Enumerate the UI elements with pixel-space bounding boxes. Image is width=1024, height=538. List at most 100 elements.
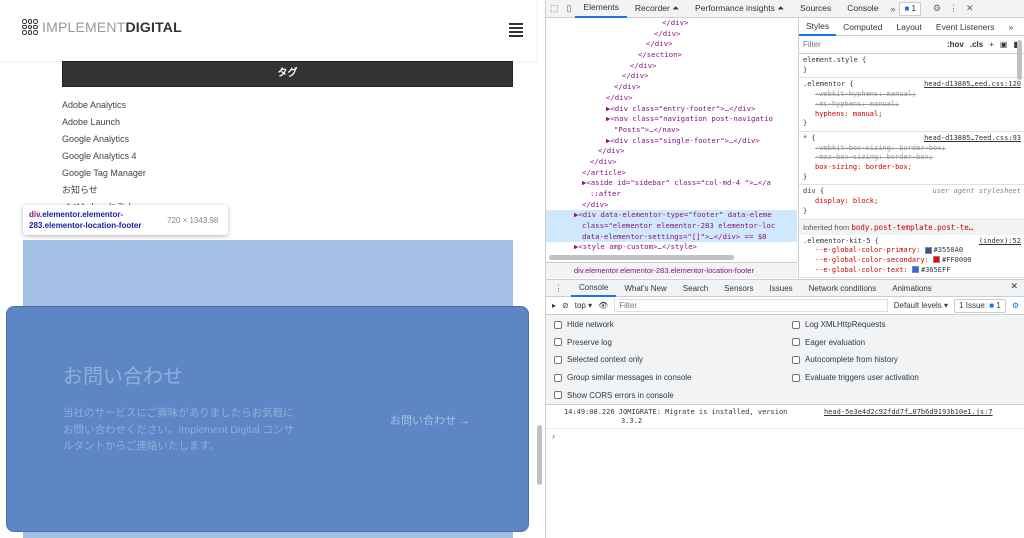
styles-scrollbar[interactable] [1017,40,1022,80]
more-options-icon[interactable]: ⋮ [945,3,962,14]
console-issues-button[interactable]: 1 Issue: ■ 1 [954,298,1006,313]
dom-node[interactable]: </section> [546,50,797,61]
dom-node[interactable]: </div> [546,18,797,29]
setting-checkbox[interactable]: Log XMLHttpRequests [792,320,886,329]
checkbox-icon[interactable] [792,320,800,329]
drawer-tab-search[interactable]: Search [675,281,716,296]
new-rule-icon[interactable]: + [989,40,994,49]
rule-source-link[interactable]: head-d13885…eed.css:120 [924,80,1021,90]
tag-link[interactable]: Adobe Analytics [62,98,146,115]
rule-source-link[interactable]: (index):52 [979,237,1021,247]
dom-node[interactable]: class="elementor elementor-283 elementor… [546,221,797,232]
checkbox-icon[interactable] [554,373,562,382]
hov-toggle[interactable]: :hov [947,40,964,49]
inherited-selector[interactable]: body.post-template.post-te… [851,223,973,232]
setting-checkbox[interactable]: Selected context only [554,355,643,364]
setting-checkbox[interactable]: Autocomplete from history [792,355,898,364]
menu-icon[interactable] [509,23,523,37]
dom-node[interactable]: </div> [546,157,797,168]
setting-checkbox[interactable]: Preserve log [554,338,612,347]
drawer-tab-what-s-new[interactable]: What's New [616,281,674,296]
dom-node[interactable]: </div> [546,39,797,50]
contact-link[interactable]: お問い合わせ → [390,412,470,428]
setting-checkbox[interactable]: Hide network [554,320,614,329]
sidebar-toggle-icon[interactable]: ▸ [552,301,556,310]
dom-node[interactable]: ▶<div class="entry-footer">…</div> [546,104,797,115]
css-variable[interactable]: --e-global-color-primary: #3550A0 [803,246,1021,256]
dom-node[interactable]: </div> [546,93,797,104]
dom-node[interactable]: </div> [546,82,797,93]
rule-source-link[interactable]: user agent stylesheet [932,187,1021,197]
checkbox-icon[interactable] [792,373,800,382]
dom-node[interactable]: </div> [546,71,797,82]
clear-console-icon[interactable]: ⊘ [562,301,569,310]
dom-node[interactable]: </div> [546,146,797,157]
style-property[interactable]: -webkit-hyphens: manual; [803,90,1021,100]
live-expression-icon[interactable]: 👁 [598,301,608,310]
dom-node[interactable]: ▶<nav class="navigation post-navigatio [546,114,797,125]
more-style-tabs-icon[interactable]: » [1002,19,1021,35]
checkbox-icon[interactable] [792,338,800,347]
rendering-icon[interactable]: ▣ [1000,40,1008,49]
drawer-tab-network-conditions[interactable]: Network conditions [801,281,885,296]
dom-node[interactable]: </div> [546,200,797,211]
style-property[interactable]: hyphens: manual; [803,110,1021,120]
cls-toggle[interactable]: .cls [970,40,983,49]
dom-node[interactable]: data-elementor-settings="[]">…</div> == … [546,231,797,243]
css-variable[interactable]: --e-global-color-text: #365EFF [803,266,1021,276]
dom-node[interactable]: ▶<style amp-custom>…</style> [546,242,797,253]
console-source-link[interactable]: head-5e3e4d2c92fdd7f…07b6d9193b10e1.js:7 [824,408,993,417]
style-property[interactable]: -webkit-box-sizing: border-box; [803,144,1021,154]
drawer-tab-animations[interactable]: Animations [884,281,940,296]
more-tabs-icon[interactable]: » [886,4,899,14]
close-devtools-icon[interactable]: ✕ [962,3,978,14]
console-filter-input[interactable]: Filter [614,299,888,312]
dom-node[interactable]: </article> [546,168,797,179]
dom-node[interactable]: </div> [546,61,797,72]
tab-elements[interactable]: Elements [575,0,627,18]
styles-filter-input[interactable]: Filter [803,40,941,49]
setting-checkbox[interactable]: Eager evaluation [792,338,865,347]
dom-node[interactable]: ▶<div data-elementor-type="footer" data-… [546,210,797,222]
checkbox-icon[interactable] [792,355,800,364]
color-swatch[interactable] [933,256,941,264]
setting-checkbox[interactable]: Show CORS errors in console [554,391,674,400]
device-toolbar-icon[interactable]: ▯ [563,3,576,14]
dom-node[interactable]: ▶<div class="single-footer">…</div> [546,136,797,147]
dom-horizontal-scrollbar[interactable] [549,255,734,260]
checkbox-icon[interactable] [554,355,562,364]
issues-badge[interactable]: ■ 1 [899,1,921,16]
tag-link[interactable]: Google Tag Manager [62,166,146,183]
color-swatch[interactable] [924,246,932,254]
dom-node[interactable]: ::after [546,189,797,200]
dom-node[interactable]: "Posts">…</nav> [546,125,797,136]
style-property[interactable]: -moz-box-sizing: border-box; [803,153,1021,163]
drawer-tab-issues[interactable]: Issues [762,281,801,296]
console-settings-icon[interactable]: ⚙ [1012,301,1019,310]
checkbox-icon[interactable] [554,320,562,329]
setting-checkbox[interactable]: Evaluate triggers user activation [792,373,919,382]
style-property[interactable]: display: block; [803,197,1021,207]
drawer-close-icon[interactable]: ✕ [1010,281,1018,292]
tab-console[interactable]: Console [839,0,886,17]
tab-styles[interactable]: Styles [799,18,837,36]
css-variable[interactable]: --e-global-color-secondary: #FF0000 [803,256,1021,266]
settings-gear-icon[interactable]: ⚙ [929,3,945,14]
setting-checkbox[interactable]: Group similar messages in console [554,373,692,382]
style-property[interactable]: box-sizing: border-box; [803,163,1021,173]
tag-link[interactable]: お知らせ [62,183,146,200]
log-levels-select[interactable]: Default levels ▾ [894,301,948,310]
rule-source-link[interactable]: head-d13885…7eed.css:93 [924,134,1021,144]
checkbox-icon[interactable] [554,338,562,347]
tag-link[interactable]: Adobe Launch [62,115,146,132]
tab-event-listeners[interactable]: Event Listeners [929,19,1002,35]
tab-recorder[interactable]: Recorder ⏶ [627,0,687,17]
tab-performance-insights[interactable]: Performance insights ⏶ [687,0,792,17]
style-property[interactable]: -ms-hyphens: manual; [803,100,1021,110]
context-select[interactable]: top ▾ [575,301,592,310]
tag-link[interactable]: Google Analytics 4 [62,149,146,166]
tab-computed[interactable]: Computed [836,19,889,35]
checkbox-icon[interactable] [554,391,562,400]
color-swatch[interactable] [911,266,919,274]
inspect-icon[interactable]: ⬚ [546,3,563,14]
